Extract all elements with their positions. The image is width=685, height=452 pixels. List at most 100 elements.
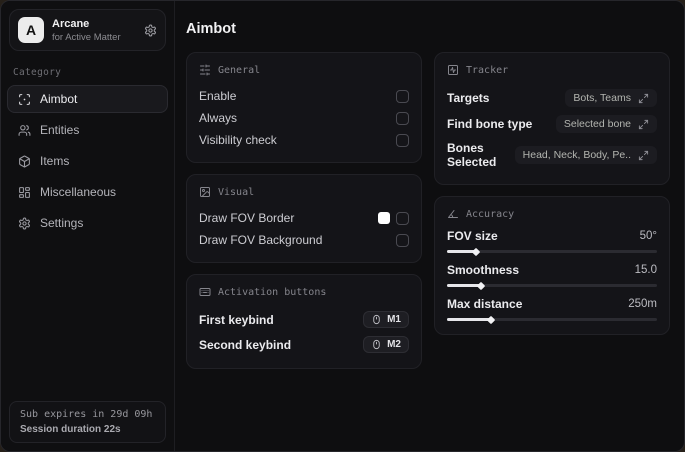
setting-row-second-keybind: Second keybind M2 <box>199 332 409 357</box>
section-title: Tracker <box>466 64 509 76</box>
setting-row-bones-selected: Bones Selected Head, Neck, Body, Pe.. <box>447 137 657 173</box>
setting-label: Visibility check <box>199 133 277 147</box>
section-title: Accuracy <box>466 208 515 220</box>
category-label: Category <box>13 67 62 78</box>
first-keybind-button[interactable]: M1 <box>363 311 409 328</box>
keyboard-icon <box>199 286 211 298</box>
setting-label: Targets <box>447 91 490 105</box>
app-logo: A <box>18 17 44 43</box>
visual-card: Visual Draw FOV Border Draw FOV Backgrou… <box>186 174 422 263</box>
brand-card: A Arcane for Active Matter <box>9 9 166 51</box>
sub-expiry-text: Sub expires in 29d 09h <box>20 409 153 420</box>
section-title: Visual <box>218 186 255 198</box>
gear-icon[interactable] <box>144 24 157 37</box>
mouse-icon <box>371 314 382 325</box>
app-window: A Arcane for Active Matter Category Aimb… <box>0 0 685 452</box>
subscription-card: Sub expires in 29d 09h Session duration … <box>9 401 166 443</box>
sidebar-item-label: Settings <box>40 216 84 230</box>
slider-value: 250m <box>628 298 657 310</box>
page-title: Aimbot <box>186 21 236 37</box>
setting-label: Enable <box>199 89 237 103</box>
setting-label: Bones Selected <box>447 141 497 169</box>
sliders-icon <box>199 64 211 76</box>
expand-icon <box>638 150 649 161</box>
right-column: Tracker Targets Bots, Teams Find bone ty… <box>434 52 670 335</box>
sidebar-item-miscellaneous[interactable]: Miscellaneous <box>7 178 168 206</box>
activity-icon <box>447 64 459 76</box>
slider-fill[interactable] <box>447 250 477 253</box>
sidebar-item-label: Miscellaneous <box>40 185 117 199</box>
brand-text: Arcane for Active Matter <box>52 18 121 43</box>
sidebar: A Arcane for Active Matter Category Aimb… <box>1 1 175 451</box>
gear-icon <box>18 217 31 230</box>
setting-row-always: Always <box>199 107 409 129</box>
brand-subtitle: for Active Matter <box>52 31 121 43</box>
slider-value: 15.0 <box>634 264 657 276</box>
visibility-check-checkbox[interactable] <box>396 133 409 147</box>
setting-label: FOV size <box>447 229 498 243</box>
fov-border-checkbox[interactable] <box>396 211 409 225</box>
slider-fill[interactable] <box>447 284 481 287</box>
slider-value: 50° <box>639 230 657 242</box>
setting-row-find-bone-type: Find bone type Selected bone <box>447 111 657 137</box>
sidebar-item-settings[interactable]: Settings <box>7 209 168 237</box>
dropdown-value: Selected bone <box>563 118 631 130</box>
max-distance-slider[interactable] <box>447 318 657 321</box>
expand-icon <box>638 119 649 130</box>
setting-row-max-distance: Max distance 250m <box>447 297 657 321</box>
users-icon <box>18 124 31 137</box>
setting-label: First keybind <box>199 312 274 327</box>
general-card: General Enable Always Visibility check <box>186 52 422 163</box>
bones-selected-dropdown[interactable]: Head, Neck, Body, Pe.. <box>514 146 657 164</box>
dropdown-value: Bots, Teams <box>573 92 631 104</box>
activation-buttons-card: Activation buttons First keybind M1 Seco… <box>186 274 422 369</box>
scan-icon <box>18 93 31 106</box>
sidebar-item-items[interactable]: Items <box>7 147 168 175</box>
setting-row-fov-background: Draw FOV Background <box>199 229 409 251</box>
section-title: Activation buttons <box>218 286 327 298</box>
sidebar-item-entities[interactable]: Entities <box>7 116 168 144</box>
setting-row-smoothness: Smoothness 15.0 <box>447 263 657 287</box>
find-bone-type-dropdown[interactable]: Selected bone <box>555 115 657 133</box>
enable-checkbox[interactable] <box>396 89 409 103</box>
setting-label: Find bone type <box>447 117 533 131</box>
smoothness-slider[interactable] <box>447 284 657 287</box>
setting-label: Draw FOV Border <box>199 211 295 225</box>
mouse-icon <box>371 339 382 350</box>
sidebar-item-label: Aimbot <box>40 92 78 106</box>
sidebar-item-aimbot[interactable]: Aimbot <box>7 85 168 113</box>
fov-size-slider[interactable] <box>447 250 657 253</box>
keybind-value: M2 <box>387 339 401 350</box>
fov-border-color-swatch[interactable] <box>378 212 390 224</box>
sidebar-nav: Aimbot Entities Items Miscellaneous Sett… <box>7 85 168 240</box>
second-keybind-button[interactable]: M2 <box>363 336 409 353</box>
tracker-card: Tracker Targets Bots, Teams Find bone ty… <box>434 52 670 185</box>
setting-row-targets: Targets Bots, Teams <box>447 85 657 111</box>
setting-label: Second keybind <box>199 337 292 352</box>
layout-icon <box>18 186 31 199</box>
left-column: General Enable Always Visibility check V… <box>186 52 422 369</box>
sidebar-item-label: Items <box>40 154 70 168</box>
targets-dropdown[interactable]: Bots, Teams <box>565 89 657 107</box>
angle-icon <box>447 208 459 220</box>
setting-label: Max distance <box>447 297 523 311</box>
slider-fill[interactable] <box>447 318 492 321</box>
fov-background-checkbox[interactable] <box>396 233 409 247</box>
cube-icon <box>18 155 31 168</box>
keybind-value: M1 <box>387 314 401 325</box>
section-title: General <box>218 64 261 76</box>
dropdown-value: Head, Neck, Body, Pe.. <box>522 149 631 161</box>
main-content: Aimbot General Enable Always Visibility … <box>175 1 684 451</box>
expand-icon <box>638 93 649 104</box>
setting-row-enable: Enable <box>199 85 409 107</box>
image-icon <box>199 186 211 198</box>
brand-name: Arcane <box>52 17 90 30</box>
always-checkbox[interactable] <box>396 111 409 125</box>
setting-label: Smoothness <box>447 263 520 277</box>
accuracy-card: Accuracy FOV size 50° Smoothness 15.0 Ma… <box>434 196 670 335</box>
session-duration-text: Session duration 22s <box>20 424 121 435</box>
setting-row-fov-border: Draw FOV Border <box>199 207 409 229</box>
setting-label: Always <box>199 111 238 125</box>
sidebar-item-label: Entities <box>40 123 80 137</box>
setting-row-first-keybind: First keybind M1 <box>199 307 409 332</box>
